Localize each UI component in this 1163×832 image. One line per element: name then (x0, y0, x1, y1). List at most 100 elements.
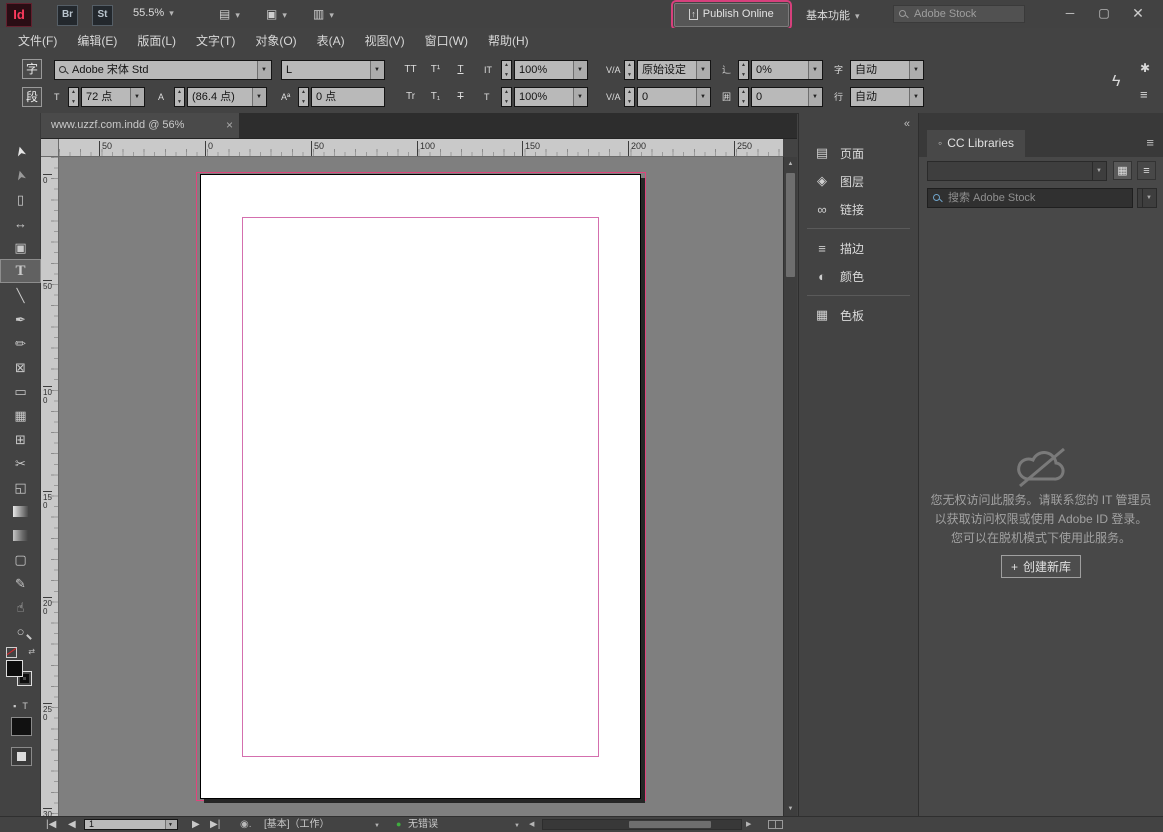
dropdown-arrow-icon[interactable] (909, 88, 923, 106)
tab-close-icon[interactable]: × (226, 113, 233, 138)
leading-select[interactable]: (86.4 点) (187, 87, 267, 107)
dropdown-arrow-icon[interactable] (573, 88, 587, 106)
auto-leading-select[interactable]: 自动 (850, 87, 924, 107)
screen-mode-button[interactable]: ▣ (262, 4, 304, 24)
arrange-documents-button[interactable]: ▥ (309, 4, 351, 24)
direct-selection-tool[interactable]: ➤ (0, 163, 41, 187)
quick-apply-icon[interactable]: ϟ (1112, 73, 1120, 91)
grid-view-button[interactable]: ▦ (1113, 161, 1132, 180)
dropdown-arrow-icon[interactable] (1092, 162, 1106, 180)
last-page-button[interactable]: ▶| (210, 817, 220, 832)
zoom-level-select[interactable]: 55.5% (133, 7, 174, 19)
scroll-left-icon[interactable]: ◀ (529, 817, 534, 832)
horizontal-scale-stepper[interactable] (501, 87, 512, 107)
character-formatting-button[interactable]: 字 (22, 59, 42, 79)
note-tool[interactable]: ▢ (0, 547, 41, 571)
rectangle-tool[interactable]: ▭ (0, 379, 41, 403)
close-button[interactable]: ✕ (1122, 0, 1154, 26)
tracking-stepper[interactable] (624, 87, 635, 107)
menu-layout[interactable]: 版面(L) (127, 28, 186, 55)
create-library-button[interactable]: +创建新库 (1001, 555, 1081, 578)
gradient-swatch-tool[interactable] (0, 499, 41, 523)
dropdown-arrow-icon[interactable] (696, 88, 710, 106)
document-tab[interactable]: www.uzzf.com.indd @ 56% × (41, 113, 239, 138)
page-tool[interactable]: ▯ (0, 187, 41, 211)
dropdown-arrow-icon[interactable] (696, 61, 710, 79)
menu-object[interactable]: 对象(O) (245, 28, 306, 55)
panel-layers[interactable]: ◈ 图层 (799, 167, 918, 195)
dropdown-arrow-icon[interactable] (573, 61, 587, 79)
selection-tool[interactable]: ➤ (0, 139, 41, 163)
cc-libraries-tab[interactable]: ◦CC Libraries (927, 130, 1025, 157)
bridge-button[interactable]: Br (57, 5, 78, 26)
settings-gear-icon[interactable]: ✱ (1140, 61, 1150, 75)
gap-tool[interactable]: ↔ (0, 211, 41, 235)
vertical-scrollbar[interactable]: ▲ ▼ (783, 157, 797, 816)
dropdown-arrow-icon[interactable] (1142, 189, 1156, 207)
view-options-button[interactable]: ▤ (215, 4, 257, 24)
workspace-switcher[interactable]: 基本功能 (806, 7, 860, 23)
menu-table[interactable]: 表(A) (307, 28, 355, 55)
preflight-profile[interactable]: [基本]（工作） (264, 817, 330, 832)
vertical-scale-select[interactable]: 100% (514, 60, 588, 80)
library-select[interactable] (927, 161, 1107, 181)
list-view-button[interactable]: ≡ (1137, 161, 1156, 180)
menu-edit[interactable]: 编辑(E) (67, 28, 127, 55)
rectangle-frame-tool[interactable]: ⊠ (0, 355, 41, 379)
font-family-select[interactable]: Adobe 宋体 Std (54, 60, 272, 80)
dropdown-arrow-icon[interactable] (252, 88, 266, 106)
scroll-right-icon[interactable]: ▶ (746, 817, 751, 832)
dropdown-arrow-icon[interactable] (808, 88, 822, 106)
menu-help[interactable]: 帮助(H) (478, 28, 539, 55)
proportional-metrics-stepper[interactable] (738, 60, 749, 80)
menu-type[interactable]: 文字(T) (186, 28, 245, 55)
swap-colors-icon[interactable]: ⇄ (28, 647, 35, 656)
scrollbar-thumb[interactable] (786, 173, 795, 277)
minimize-button[interactable]: ─ (1054, 0, 1086, 26)
chevron-down-icon[interactable] (514, 817, 520, 832)
zoom-tool[interactable]: ○ (0, 619, 41, 643)
horizontal-scale-select[interactable]: 100% (514, 87, 588, 107)
panel-color[interactable]: ◐ 颜色 (799, 262, 918, 290)
horizontal-ruler[interactable]: 50050100150200250 (59, 139, 783, 157)
font-size-select[interactable]: 72 点 (81, 87, 145, 107)
grid-count-select[interactable]: 0 (751, 87, 823, 107)
panel-menu-icon[interactable]: ≡ (1146, 135, 1154, 150)
preflight-status-text[interactable]: 无错误 (408, 817, 438, 832)
proportional-metrics-select[interactable]: 0% (751, 60, 823, 80)
font-size-stepper[interactable] (68, 87, 79, 107)
preflight-icon[interactable]: ◉. (240, 817, 252, 832)
next-page-button[interactable]: ▶ (192, 817, 200, 832)
line-tool[interactable]: ╲ (0, 283, 41, 307)
fill-swatch[interactable] (6, 660, 23, 677)
vertical-scale-stepper[interactable] (501, 60, 512, 80)
panel-links[interactable]: ∞ 链接 (799, 195, 918, 223)
case-toggle-button[interactable]: T (448, 60, 473, 80)
dock-expand-button[interactable]: « (904, 118, 908, 130)
formatting-affects-text-icon[interactable]: T (22, 701, 28, 711)
panel-menu-icon[interactable]: ≡ (1140, 87, 1148, 102)
vertical-ruler[interactable]: 050100150200250300 (41, 157, 59, 816)
case-toggle-button[interactable]: T¹ (423, 60, 448, 80)
ruler-origin[interactable] (41, 139, 59, 157)
kerning-select[interactable]: 原始设定 (637, 60, 711, 80)
panel-pages[interactable]: ▤ 页面 (799, 139, 918, 167)
eyedropper-tool[interactable]: ✎ (0, 571, 41, 595)
font-style-select[interactable]: L (281, 60, 385, 80)
pasteboard[interactable] (59, 157, 783, 816)
hand-tool[interactable]: ☝ (0, 595, 41, 619)
previous-page-button[interactable]: ◀ (68, 817, 76, 832)
dropdown-arrow-icon[interactable] (130, 88, 144, 106)
panel-swatches[interactable]: ▦ 色板 (799, 301, 918, 329)
dropdown-arrow-icon[interactable] (165, 820, 177, 829)
vertical-grid-tool[interactable]: ⊞ (0, 427, 41, 451)
stock-search-input[interactable]: Adobe Stock (893, 5, 1025, 23)
scroll-up-icon[interactable]: ▲ (784, 157, 797, 171)
dropdown-arrow-icon[interactable] (808, 61, 822, 79)
view-mode-button[interactable] (11, 747, 32, 766)
gradient-feather-tool[interactable] (0, 523, 41, 547)
pen-tool[interactable]: ✒ (0, 307, 41, 331)
content-collector-tool[interactable]: ▣ (0, 235, 41, 259)
menu-view[interactable]: 视图(V) (355, 28, 415, 55)
chevron-down-icon[interactable] (374, 817, 380, 832)
